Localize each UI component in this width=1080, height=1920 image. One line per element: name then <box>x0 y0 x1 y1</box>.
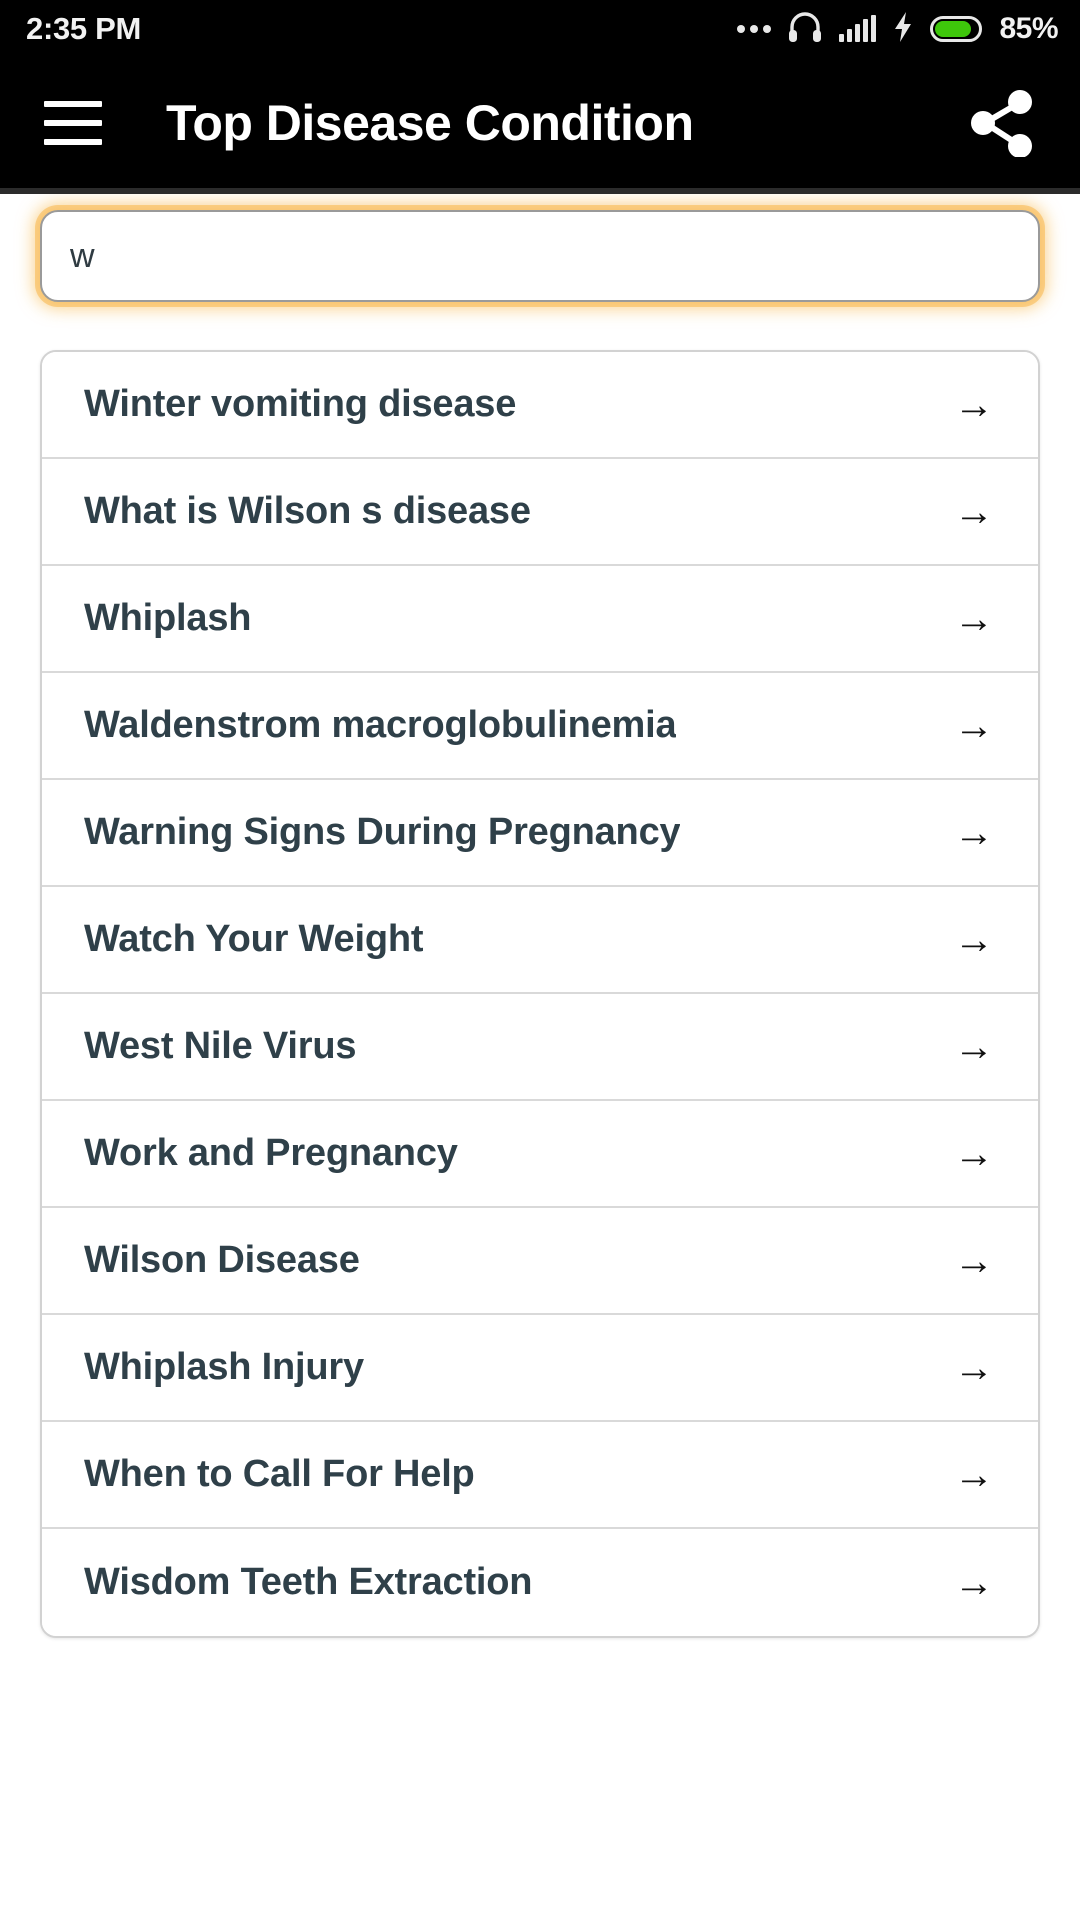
list-item-label: Watch Your Weight <box>84 918 424 960</box>
list-item-label: Wisdom Teeth Extraction <box>84 1561 533 1603</box>
list-item-label: Warning Signs During Pregnancy <box>84 811 681 853</box>
arrow-right-icon: → <box>954 596 994 641</box>
list-item-label: Winter vomiting disease <box>84 383 517 425</box>
list-item-label: When to Call For Help <box>84 1453 475 1495</box>
arrow-right-icon: → <box>954 1238 994 1283</box>
list-item-label: Wilson Disease <box>84 1239 360 1281</box>
list-item[interactable]: Warning Signs During Pregnancy → <box>42 780 1038 887</box>
disease-list: Winter vomiting disease → What is Wilson… <box>40 350 1040 1638</box>
list-item-label: West Nile Virus <box>84 1025 357 1067</box>
charging-bolt-icon <box>893 11 913 47</box>
app-screen: 2:35 PM 85% Top Disease Condition w Wint… <box>0 0 1080 1920</box>
battery-fill <box>935 21 972 37</box>
app-bar: Top Disease Condition <box>0 58 1080 188</box>
status-bar: 2:35 PM 85% <box>0 0 1080 58</box>
arrow-right-icon: → <box>954 489 994 534</box>
list-item[interactable]: Winter vomiting disease → <box>42 352 1038 459</box>
list-item[interactable]: Whiplash Injury → <box>42 1315 1038 1422</box>
battery-icon <box>930 16 983 42</box>
status-clock: 2:35 PM <box>26 11 142 46</box>
list-item[interactable]: Wilson Disease → <box>42 1208 1038 1315</box>
arrow-right-icon: → <box>954 1452 994 1497</box>
list-item[interactable]: When to Call For Help → <box>42 1422 1038 1529</box>
list-item-label: Whiplash <box>84 597 252 639</box>
search-input-value: w <box>70 237 95 275</box>
headphones-icon <box>788 11 822 47</box>
list-item[interactable]: Wisdom Teeth Extraction → <box>42 1529 1038 1636</box>
arrow-right-icon: → <box>954 703 994 748</box>
battery-percent-label: 85% <box>999 12 1058 45</box>
list-item-label: What is Wilson s disease <box>84 490 531 532</box>
list-item[interactable]: Work and Pregnancy → <box>42 1101 1038 1208</box>
arrow-right-icon: → <box>954 810 994 855</box>
arrow-right-icon: → <box>954 382 994 427</box>
list-item[interactable]: Waldenstrom macroglobulinemia → <box>42 673 1038 780</box>
list-item[interactable]: Watch Your Weight → <box>42 887 1038 994</box>
list-item-label: Work and Pregnancy <box>84 1132 458 1174</box>
arrow-right-icon: → <box>954 1131 994 1176</box>
page-title: Top Disease Condition <box>166 95 694 151</box>
list-item[interactable]: What is Wilson s disease → <box>42 459 1038 566</box>
arrow-right-icon: → <box>954 917 994 962</box>
arrow-right-icon: → <box>954 1560 994 1605</box>
list-item-label: Whiplash Injury <box>84 1346 364 1388</box>
search-container: w <box>40 202 1040 312</box>
content-area: w Winter vomiting disease → What is Wils… <box>0 194 1080 1920</box>
arrow-right-icon: → <box>954 1024 994 1069</box>
list-item[interactable]: West Nile Virus → <box>42 994 1038 1101</box>
signal-bars-icon <box>839 15 877 42</box>
list-item-label: Waldenstrom macroglobulinemia <box>84 704 677 746</box>
hamburger-menu-icon[interactable] <box>44 101 102 145</box>
arrow-right-icon: → <box>954 1345 994 1390</box>
list-item[interactable]: Whiplash → <box>42 566 1038 673</box>
share-icon[interactable] <box>964 85 1040 161</box>
status-icons: 85% <box>737 11 1058 47</box>
search-input[interactable]: w <box>40 210 1040 302</box>
more-dots-icon <box>737 25 772 33</box>
